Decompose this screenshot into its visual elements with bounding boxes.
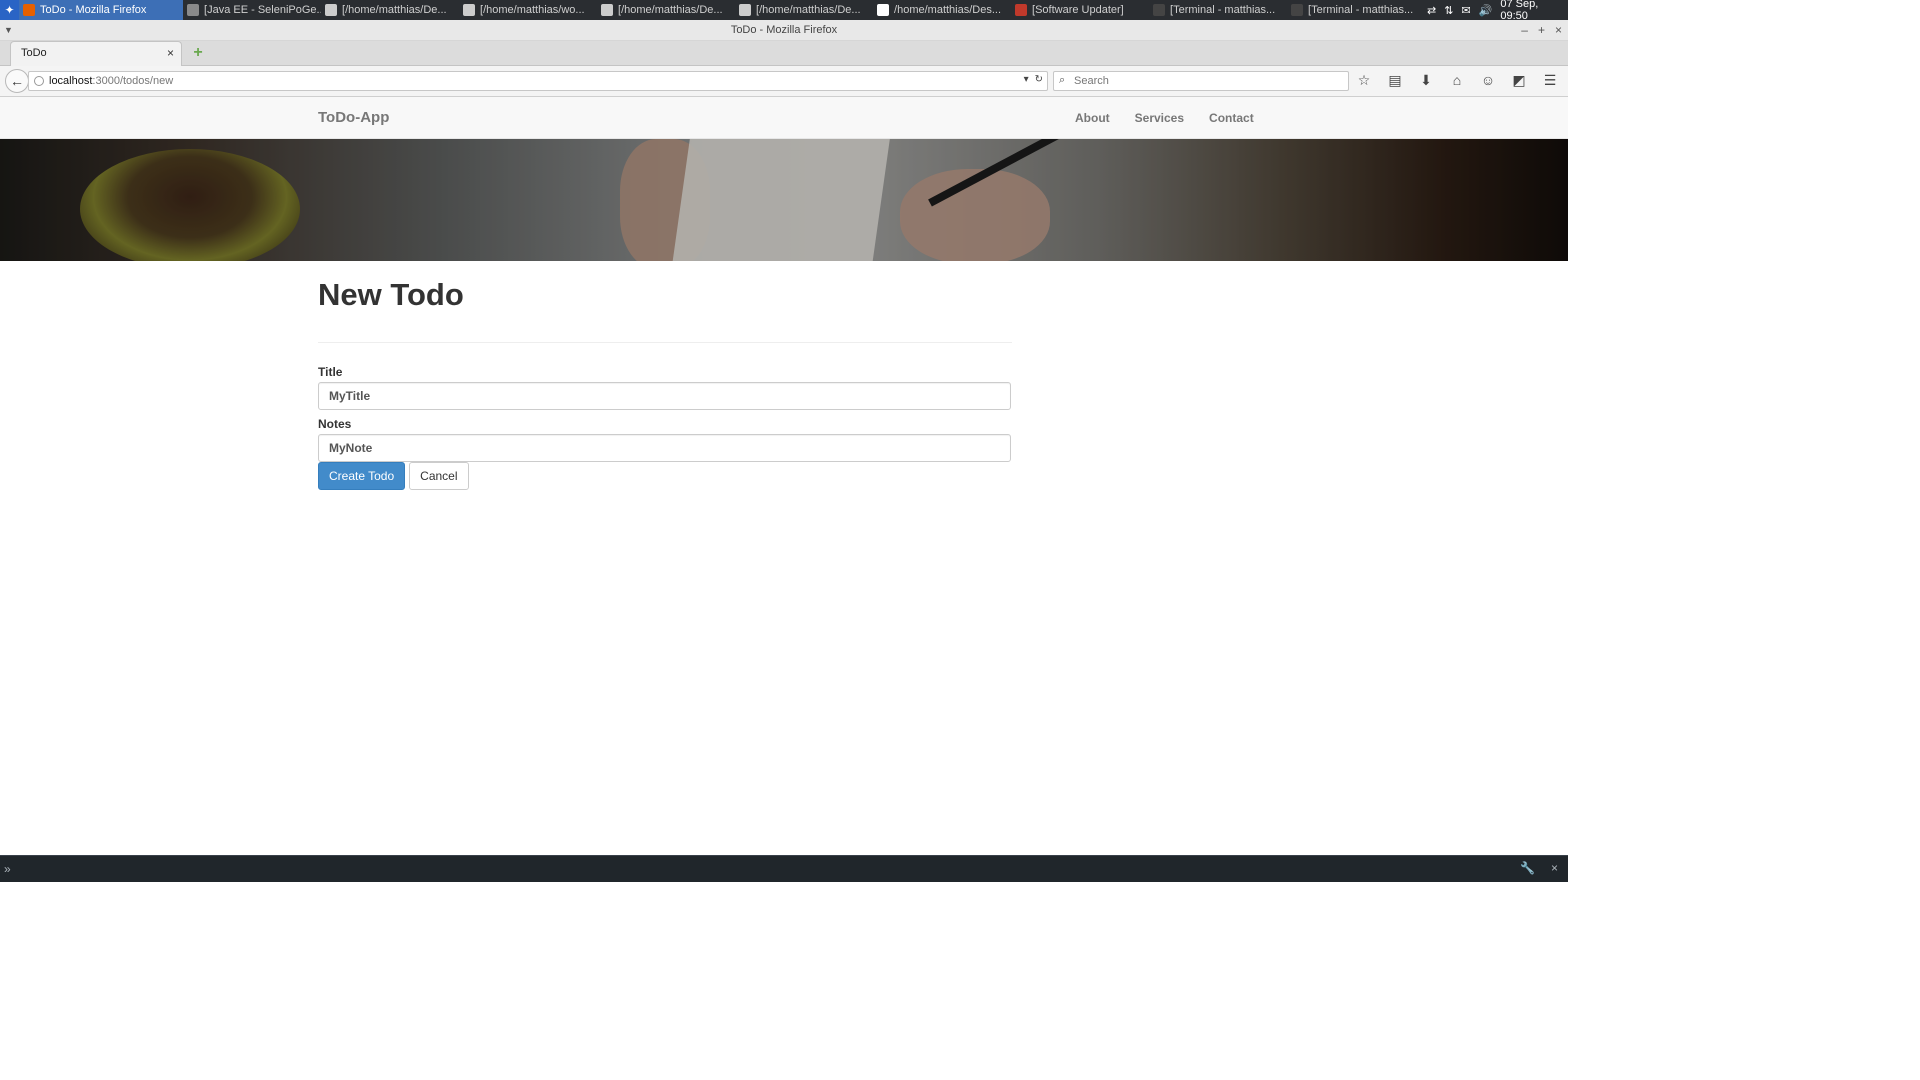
reading-list-icon[interactable]: ▤ [1387,72,1403,89]
wrench-icon[interactable]: 🔧 [1520,861,1535,875]
browser-tab[interactable]: ToDo × [10,41,182,66]
task-label: [Java EE - SeleniPoGe... [204,4,322,16]
eclipse-icon [187,4,200,16]
terminal-icon [1153,4,1166,16]
close-window-icon[interactable]: × [1555,20,1562,41]
title-input[interactable] [318,382,1011,410]
url-host: localhost [49,75,93,87]
web-page: ToDo-App About Services Contact New Todo… [0,97,1568,855]
tab-title: ToDo [21,47,47,59]
maximize-icon[interactable]: + [1538,20,1545,41]
task-label: ToDo - Mozilla Firefox [40,4,147,16]
toolbar-icons: ☆ ▤ ⬇ ⌂ ☺ ◩ ☰ [1356,72,1558,89]
updown-icon[interactable]: ⇅ [1444,4,1453,17]
site-nav-links: About Services Contact [1075,111,1254,125]
close-devbar-icon[interactable]: × [1551,861,1558,875]
editor-icon [325,4,338,16]
task-list: ToDo - Mozilla Firefox [Java EE - SeleniP… [19,0,1427,20]
pocket-icon[interactable]: ◩ [1511,72,1527,89]
developer-toolbar: » 🔧 × [0,855,1568,882]
task-label: [/home/matthias/De... [618,4,723,16]
new-todo-form: New Todo Title Notes Create Todo Cancel [318,277,1012,490]
site-info-icon[interactable] [34,76,44,86]
bookmark-star-icon[interactable]: ☆ [1356,72,1372,89]
task-label: [/home/matthias/De... [756,4,861,16]
browser-navbar: ← localhost:3000/todos/new ▾ ↻ ⌕ Search … [0,66,1568,97]
home-icon[interactable]: ⌂ [1449,72,1465,89]
hero-image [0,139,1568,261]
window-title: ToDo - Mozilla Firefox [730,24,838,36]
taskbar-task[interactable]: [/home/matthias/De... [597,0,735,20]
new-tab-icon[interactable]: + [190,45,206,61]
search-placeholder: Search [1074,75,1109,87]
site-brand[interactable]: ToDo-App [318,109,389,126]
editor-icon [877,4,890,16]
taskbar-task[interactable]: [/home/matthias/De... [321,0,459,20]
back-button[interactable]: ← [5,69,29,93]
os-taskbar: ✦ ToDo - Mozilla Firefox [Java EE - Selen… [0,0,1568,22]
back-arrow-icon: ← [10,73,24,89]
chat-icon[interactable]: ☺ [1480,72,1496,89]
terminal-icon [1291,4,1304,16]
editor-icon [601,4,614,16]
taskbar-task[interactable]: [Terminal - matthias... [1287,0,1427,20]
task-label: [Terminal - matthias... [1170,4,1276,16]
network-icon[interactable]: ⇄ [1427,4,1436,17]
nav-about[interactable]: About [1075,111,1110,125]
editor-icon [739,4,752,16]
url-dropdown-icon[interactable]: ▾ [1024,74,1029,85]
task-label: [Terminal - matthias... [1308,4,1414,16]
editor-icon [463,4,476,16]
nav-services[interactable]: Services [1135,111,1184,125]
search-input[interactable]: ⌕ Search [1053,71,1349,91]
cancel-button[interactable]: Cancel [409,462,469,490]
search-icon: ⌕ [1059,74,1066,86]
window-menu-icon[interactable]: ▼ [4,20,13,41]
taskbar-task[interactable]: [Java EE - SeleniPoGe... [183,0,321,20]
taskbar-task[interactable]: ToDo - Mozilla Firefox [19,0,184,20]
title-label: Title [318,365,343,379]
taskbar-task[interactable]: [/home/matthias/wo... [459,0,597,20]
clock[interactable]: 07 Sep, 09:50 [1500,0,1562,22]
create-todo-button[interactable]: Create Todo [318,462,406,490]
system-tray: ⇄ ⇅ ✉ 🔊 07 Sep, 09:50 [1427,0,1568,22]
window-titlebar: ▼ ToDo - Mozilla Firefox – + × [0,20,1568,41]
mail-icon[interactable]: ✉ [1461,4,1470,17]
task-label: [Software Updater] [1032,4,1124,16]
site-navbar: ToDo-App About Services Contact [0,97,1568,139]
taskbar-task[interactable]: /home/matthias/Des... [873,0,1011,20]
nav-contact[interactable]: Contact [1209,111,1254,125]
task-label: [/home/matthias/wo... [480,4,585,16]
updater-icon [1015,4,1028,16]
whisker-menu-icon[interactable]: ✦ [0,0,20,20]
menu-icon[interactable]: ☰ [1542,72,1558,89]
task-label: [/home/matthias/De... [342,4,447,16]
url-bar[interactable]: localhost:3000/todos/new ▾ ↻ [28,71,1048,91]
notes-input[interactable] [318,434,1011,462]
minimize-icon[interactable]: – [1521,20,1528,41]
form-actions: Create Todo Cancel [318,462,1012,490]
notes-label: Notes [318,417,352,431]
download-icon[interactable]: ⬇ [1418,72,1434,89]
console-prompt-icon[interactable]: » [4,862,11,876]
task-label: /home/matthias/Des... [894,4,1002,16]
taskbar-task[interactable]: [Software Updater] [1011,0,1149,20]
taskbar-task[interactable]: [Terminal - matthias... [1149,0,1287,20]
volume-icon[interactable]: 🔊 [1479,4,1493,17]
hero-overlay [0,139,1568,261]
page-title: New Todo [318,277,1012,343]
reload-icon[interactable]: ↻ [1035,74,1043,85]
close-tab-icon[interactable]: × [167,46,174,60]
firefox-icon [23,4,36,16]
taskbar-task[interactable]: [/home/matthias/De... [735,0,873,20]
url-path: :3000/todos/new [92,75,174,87]
tab-strip: ToDo × + [0,41,1568,66]
